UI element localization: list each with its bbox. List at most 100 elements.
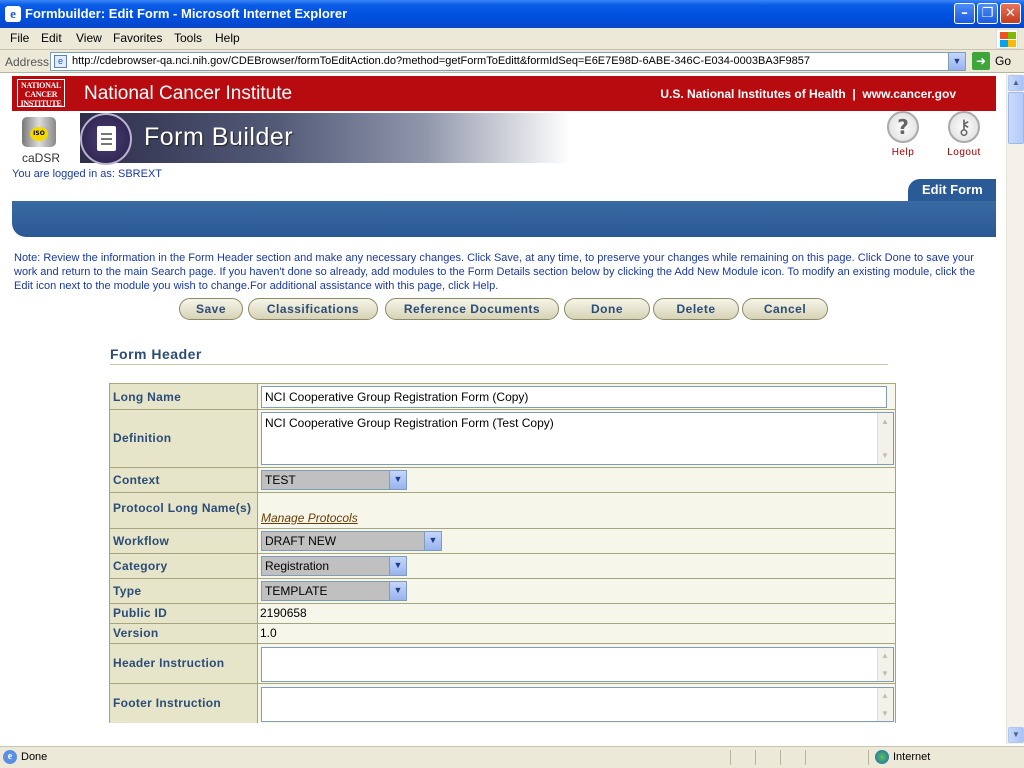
context-value: TEST <box>265 473 296 487</box>
long-name-input[interactable]: NCI Cooperative Group Registration Form … <box>261 386 887 408</box>
chevron-down-icon: ▼ <box>389 582 406 600</box>
reference-documents-button[interactable]: Reference Documents <box>385 298 559 320</box>
restore-button[interactable]: ❐ <box>977 3 998 24</box>
footer-instruction-cell: ▲ ▼ <box>258 684 895 723</box>
workflow-label: Workflow <box>110 529 257 553</box>
nci-logo-line: NATIONAL <box>20 81 62 90</box>
address-label: Address <box>5 55 50 69</box>
window-title: Formbuilder: Edit Form - Microsoft Inter… <box>25 6 348 21</box>
row-category: Category Registration ▼ <box>109 553 896 578</box>
status-divider <box>868 750 869 765</box>
footer-instruction-label: Footer Instruction <box>110 684 257 723</box>
nci-logo[interactable]: NATIONAL CANCER INSTITUTE <box>17 79 65 108</box>
public-id-value: 2190658 <box>260 606 307 620</box>
status-divider <box>730 750 731 765</box>
address-input[interactable]: e http://cdebrowser-qa.nci.nih.gov/CDEBr… <box>50 52 966 71</box>
page-status-icon: e <box>3 750 17 764</box>
nav-band <box>12 201 996 237</box>
cadsr-logo[interactable]: ISO caDSR <box>16 113 64 165</box>
close-button[interactable]: ✕ <box>1000 3 1021 24</box>
address-url: http://cdebrowser-qa.nci.nih.gov/CDEBrow… <box>72 55 810 67</box>
type-label: Type <box>110 579 257 603</box>
section-title: Form Header <box>110 346 202 362</box>
section-divider <box>110 364 888 365</box>
definition-textarea[interactable]: NCI Cooperative Group Registration Form … <box>261 412 894 465</box>
delete-button[interactable]: Delete <box>653 298 739 320</box>
row-version: Version 1.0 <box>109 623 896 643</box>
version-value: 1.0 <box>260 626 277 640</box>
long-name-label: Long Name <box>110 384 257 409</box>
menu-favorites[interactable]: Favorites <box>113 31 162 45</box>
row-context: Context TEST ▼ <box>109 467 896 492</box>
context-select[interactable]: TEST ▼ <box>261 470 407 490</box>
scroll-up-icon[interactable]: ▲ <box>1008 75 1024 91</box>
menu-help[interactable]: Help <box>215 31 240 45</box>
type-select[interactable]: TEMPLATE ▼ <box>261 581 407 601</box>
category-value: Registration <box>265 559 330 573</box>
row-header-instruction: Header Instruction ▲ ▼ <box>109 643 896 683</box>
iso-badge: ISO <box>30 127 48 141</box>
row-type: Type TEMPLATE ▼ <box>109 578 896 603</box>
context-cell: TEST ▼ <box>258 468 895 492</box>
save-button[interactable]: Save <box>179 298 243 320</box>
address-dropdown-icon[interactable]: ▼ <box>948 53 965 70</box>
workflow-cell: DRAFT NEW ▼ <box>258 529 895 553</box>
form-builder-document-icon <box>80 113 132 165</box>
chevron-down-icon: ▼ <box>424 532 441 550</box>
nci-name: National Cancer Institute <box>84 83 293 104</box>
help-label: Help <box>891 147 915 158</box>
cadsr-label: caDSR <box>22 151 61 165</box>
public-id-cell: 2190658 <box>258 604 895 623</box>
title-bar: e Formbuilder: Edit Form - Microsoft Int… <box>0 0 1024 28</box>
minimize-button[interactable]: – <box>954 3 975 24</box>
page-content: NATIONAL CANCER INSTITUTE National Cance… <box>0 74 1006 744</box>
form-builder-banner: Form Builder <box>80 113 570 165</box>
logout-button[interactable]: ⚷ Logout <box>934 111 994 167</box>
chevron-down-icon: ▼ <box>389 471 406 489</box>
page-icon: e <box>54 55 67 68</box>
cancel-button[interactable]: Cancel <box>742 298 828 320</box>
help-icon: ? <box>887 111 919 143</box>
category-select[interactable]: Registration ▼ <box>261 556 407 576</box>
windows-logo-icon <box>996 29 1018 49</box>
definition-scrollbar[interactable]: ▲ ▼ <box>877 413 893 464</box>
form-header-table: Long Name NCI Cooperative Group Registra… <box>109 383 896 723</box>
row-workflow: Workflow DRAFT NEW ▼ <box>109 528 896 553</box>
classifications-button[interactable]: Classifications <box>248 298 378 320</box>
action-toolbar: Save Classifications Reference Documents… <box>0 298 1006 322</box>
menu-tools[interactable]: Tools <box>174 31 202 45</box>
category-cell: Registration ▼ <box>258 554 895 578</box>
tab-edit-form[interactable]: Edit Form <box>908 179 996 201</box>
workflow-value: DRAFT NEW <box>265 534 337 548</box>
row-definition: Definition NCI Cooperative Group Registr… <box>109 409 896 467</box>
status-divider <box>755 750 756 765</box>
menu-edit[interactable]: Edit <box>41 31 62 45</box>
header-instruction-textarea[interactable]: ▲ ▼ <box>261 647 894 682</box>
ie-icon: e <box>5 6 21 22</box>
menu-file[interactable]: File <box>10 31 29 45</box>
scroll-thumb[interactable] <box>1008 92 1024 144</box>
page-scrollbar[interactable]: ▲ ▼ <box>1006 74 1024 744</box>
definition-label: Definition <box>110 410 257 467</box>
help-button[interactable]: ? Help <box>873 111 933 167</box>
manage-protocols-link[interactable]: Manage Protocols <box>261 511 358 525</box>
row-public-id: Public ID 2190658 <box>109 603 896 623</box>
internet-zone-icon <box>875 750 889 764</box>
nih-links[interactable]: U.S. National Institutes of Health | www… <box>660 87 956 101</box>
version-cell: 1.0 <box>258 624 895 643</box>
menu-bar: File Edit View Favorites Tools Help <box>0 28 1024 50</box>
footer-instruction-textarea[interactable]: ▲ ▼ <box>261 687 894 722</box>
app-title: Form Builder <box>144 123 294 151</box>
footer-instruction-scrollbar[interactable]: ▲ ▼ <box>877 688 893 721</box>
nci-logo-line: CANCER <box>24 90 58 99</box>
version-label: Version <box>110 624 257 643</box>
address-bar: Address e http://cdebrowser-qa.nci.nih.g… <box>0 50 1024 73</box>
workflow-select[interactable]: DRAFT NEW ▼ <box>261 531 442 551</box>
header-instruction-scrollbar[interactable]: ▲ ▼ <box>877 648 893 681</box>
done-button[interactable]: Done <box>564 298 650 320</box>
go-button[interactable]: ➜ Go <box>972 52 1020 71</box>
nci-logo-line: INSTITUTE <box>20 99 62 108</box>
status-bar: e Done Internet <box>0 746 1024 768</box>
menu-view[interactable]: View <box>76 31 102 45</box>
scroll-down-icon[interactable]: ▼ <box>1008 727 1024 743</box>
